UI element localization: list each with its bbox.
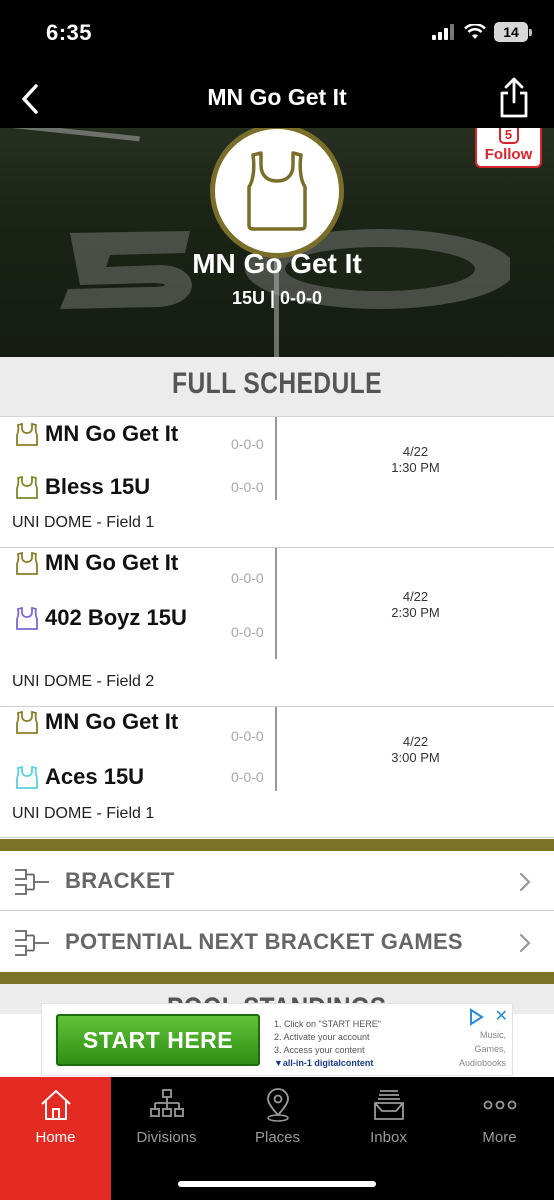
tab-label: Divisions — [136, 1129, 197, 1146]
chevron-right-icon — [519, 872, 531, 892]
away-team-record: 0-0-0 — [231, 624, 264, 640]
ad-step: 2. Activate your account — [274, 1032, 370, 1042]
tab-more[interactable]: More — [444, 1077, 554, 1200]
status-bar: 6:35 14 — [0, 0, 554, 70]
bracket-label: BRACKET — [65, 868, 175, 893]
signal-icon — [432, 24, 454, 40]
ad-brand: ▼all-in-1 digitalcontent — [274, 1058, 374, 1068]
team-hero: 5 Follow MN Go Get It 15U | 0-0-0 — [0, 128, 554, 357]
team-division-record: 15U | 0-0-0 — [231, 288, 323, 308]
ad-side-line: Audiobooks — [458, 1058, 506, 1068]
tab-label: Inbox — [370, 1129, 407, 1146]
game-date: 4/22 — [402, 734, 429, 749]
ad-side-line: Music, — [479, 1030, 506, 1040]
jersey-icon — [16, 607, 38, 630]
away-team-record: 0-0-0 — [231, 479, 264, 495]
game-card[interactable]: MN Go Get It 0-0-0 Bless 15U 0-0-0 4/22 … — [0, 417, 554, 548]
potential-next-bracket-games-link[interactable]: POTENTIAL NEXT BRACKET GAMES — [0, 912, 554, 972]
bracket-link[interactable]: BRACKET — [0, 851, 554, 911]
away-team-record: 0-0-0 — [231, 769, 264, 785]
home-team-name: MN Go Get It — [45, 709, 179, 734]
ad-step: 3. Access your content — [274, 1045, 365, 1055]
tab-home[interactable]: Home — [0, 1077, 111, 1200]
hierarchy-icon — [149, 1089, 184, 1117]
full-schedule-title: FULL SCHEDULE — [172, 367, 382, 400]
share-icon — [500, 77, 528, 118]
game-time: 3:00 PM — [391, 750, 440, 765]
away-team-name: 402 Boyz 15U — [45, 605, 187, 630]
inbox-icon — [373, 1090, 404, 1120]
status-icons: 14 — [432, 22, 532, 42]
game-card[interactable]: MN Go Get It 0-0-0 Aces 15U 0-0-0 4/22 3… — [0, 707, 554, 838]
battery-level: 14 — [494, 22, 528, 42]
nav-title: MN Go Get It — [207, 84, 347, 110]
jersey-icon — [16, 423, 38, 446]
ad-step: 1. Click on "START HERE" — [274, 1019, 381, 1029]
away-team-row: 402 Boyz 15U 0-0-0 — [16, 604, 266, 660]
game-datetime: 4/22 2:30 PM — [277, 589, 554, 621]
home-team-record: 0-0-0 — [231, 436, 264, 452]
away-team-name: Aces 15U — [45, 764, 145, 789]
away-team-name: Bless 15U — [45, 474, 151, 499]
battery-icon: 14 — [494, 22, 532, 42]
game-date: 4/22 — [402, 589, 429, 604]
jersey-icon — [16, 711, 38, 734]
home-team-record: 0-0-0 — [231, 728, 264, 744]
jersey-icon — [16, 552, 38, 575]
game-time: 2:30 PM — [391, 605, 440, 620]
follow-label: Follow — [484, 146, 533, 163]
home-team-row: MN Go Get It 0-0-0 — [16, 420, 266, 476]
home-indicator — [178, 1181, 376, 1187]
bracket-icon — [15, 869, 49, 895]
game-datetime: 4/22 1:30 PM — [277, 444, 554, 476]
team-name: MN Go Get It — [192, 248, 362, 279]
wifi-icon — [464, 24, 486, 39]
nav-bar: MN Go Get It — [0, 70, 554, 128]
game-venue: UNI DOME - Field 2 — [12, 673, 155, 690]
status-time: 6:35 — [46, 20, 93, 45]
tab-label: Home — [35, 1129, 76, 1146]
home-icon — [40, 1090, 71, 1120]
ad-choices-icon[interactable] — [468, 1008, 484, 1026]
bracket-icon — [15, 930, 49, 956]
ad-close-icon[interactable]: ✕ — [495, 1006, 508, 1026]
tab-label: More — [482, 1129, 517, 1146]
home-team-row: MN Go Get It 0-0-0 — [16, 549, 266, 605]
game-venue: UNI DOME - Field 1 — [12, 805, 155, 822]
more-icon — [483, 1100, 516, 1110]
away-team-row: Bless 15U 0-0-0 — [16, 473, 266, 501]
team-logo — [210, 128, 344, 258]
game-datetime: 4/22 3:00 PM — [277, 734, 554, 766]
full-schedule-header: FULL SCHEDULE — [0, 357, 554, 417]
map-pin-icon — [266, 1088, 289, 1122]
game-time: 1:30 PM — [391, 460, 440, 475]
section-divider — [0, 972, 554, 984]
home-team-record: 0-0-0 — [231, 570, 264, 586]
ad-side-line: Games, — [474, 1044, 506, 1054]
jersey-icon — [247, 151, 307, 231]
ad-start-button[interactable]: START HERE — [56, 1014, 260, 1066]
share-button[interactable] — [496, 76, 532, 120]
home-team-name: MN Go Get It — [45, 550, 179, 575]
follow-button[interactable]: 5 Follow — [475, 128, 542, 168]
tab-label: Places — [254, 1129, 301, 1146]
ad-banner[interactable]: START HERE 1. Click on "START HERE" 2. A… — [41, 1003, 513, 1076]
jersey-icon — [16, 766, 38, 789]
ad-steps: 1. Click on "START HERE" 2. Activate you… — [274, 1018, 381, 1070]
chevron-right-icon — [519, 933, 531, 953]
follow-count: 5 — [498, 128, 519, 144]
ad-side-text: Music, Games, Audiobooks — [459, 1028, 506, 1070]
game-card[interactable]: MN Go Get It 0-0-0 402 Boyz 15U 0-0-0 4/… — [0, 548, 554, 707]
section-divider — [0, 839, 554, 851]
game-date: 4/22 — [402, 444, 429, 459]
home-team-name: MN Go Get It — [45, 421, 179, 446]
potential-next-bracket-games-label: POTENTIAL NEXT BRACKET GAMES — [65, 929, 463, 954]
game-venue: UNI DOME - Field 1 — [12, 514, 155, 531]
away-team-row: Aces 15U 0-0-0 — [16, 763, 266, 791]
home-team-row: MN Go Get It 0-0-0 — [16, 708, 266, 764]
jersey-icon — [16, 476, 38, 499]
